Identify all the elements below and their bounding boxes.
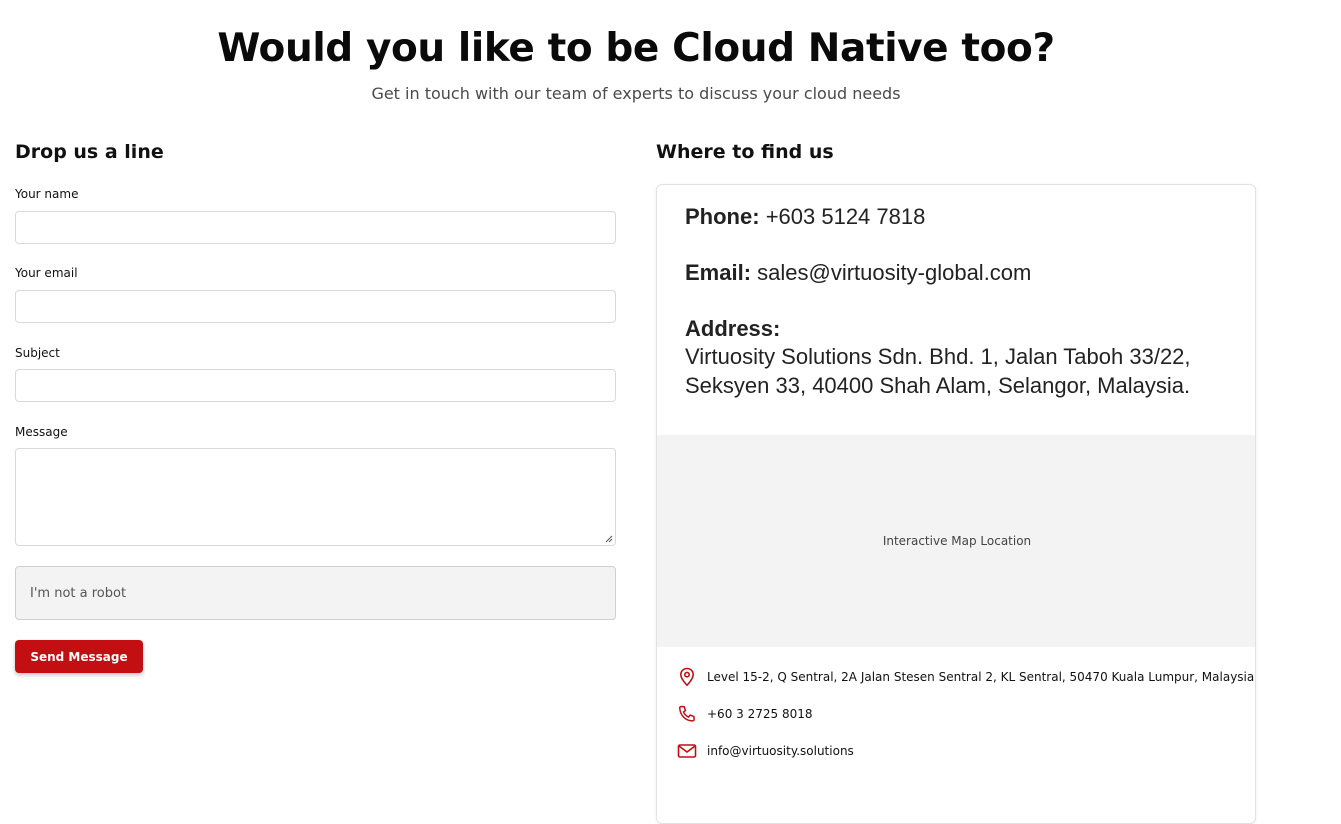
phone-value: +603 5124 7818 bbox=[765, 204, 926, 229]
subject-label: Subject bbox=[15, 346, 60, 360]
office-phone-text: +60 3 2725 8018 bbox=[707, 707, 813, 721]
location-card: Phone: +603 5124 7818 Email: sales@virtu… bbox=[656, 184, 1256, 824]
form-heading: Drop us a line bbox=[15, 141, 164, 163]
location-heading: Where to find us bbox=[656, 141, 834, 163]
contact-form: Drop us a line Your name Your email Subj… bbox=[15, 140, 616, 673]
map-placeholder-label: Interactive Map Location bbox=[882, 534, 1032, 548]
email-label: Your email bbox=[15, 266, 78, 280]
mail-icon bbox=[677, 741, 697, 761]
address-line-2: Seksyen 33, 40400 Shah Alam, Selangor, M… bbox=[685, 373, 1191, 398]
page-title: Would you like to be Cloud Native too? bbox=[217, 26, 1055, 71]
message-textarea[interactable] bbox=[15, 448, 616, 546]
captcha-label: I'm not a robot bbox=[30, 585, 127, 601]
page-subtitle: Get in touch with our team of experts to… bbox=[371, 84, 901, 103]
subject-input[interactable] bbox=[15, 369, 616, 402]
office-phone-row: +60 3 2725 8018 bbox=[677, 704, 812, 724]
captcha-box[interactable]: I'm not a robot bbox=[15, 566, 616, 620]
office-email-row: info@virtuosity.solutions bbox=[677, 741, 854, 761]
email-input[interactable] bbox=[15, 290, 616, 323]
resize-grip-icon[interactable] bbox=[605, 535, 613, 543]
map-pin-icon bbox=[677, 667, 697, 687]
location-section: Where to find us Phone: +603 5124 7818 E… bbox=[656, 140, 1256, 824]
name-input[interactable] bbox=[15, 211, 616, 244]
address-line-1: Virtuosity Solutions Sdn. Bhd. 1, Jalan … bbox=[685, 344, 1191, 369]
email-value: sales@virtuosity-global.com bbox=[757, 260, 1032, 285]
phone-row: Phone: +603 5124 7818 bbox=[685, 203, 925, 231]
address-label-row: Address: bbox=[685, 315, 780, 343]
address-label: Address: bbox=[685, 316, 781, 341]
office-address-text: Level 15-2, Q Sentral, 2A Jalan Stesen S… bbox=[707, 670, 1255, 684]
map-placeholder[interactable]: Interactive Map Location bbox=[657, 435, 1255, 647]
office-email-text: info@virtuosity.solutions bbox=[707, 744, 854, 758]
message-label: Message bbox=[15, 425, 68, 439]
email-label-strong: Email: bbox=[685, 260, 752, 285]
email-row: Email: sales@virtuosity-global.com bbox=[685, 259, 1031, 287]
phone-icon bbox=[677, 704, 697, 724]
send-message-button[interactable]: Send Message bbox=[15, 640, 143, 673]
phone-label: Phone: bbox=[685, 204, 760, 229]
name-label: Your name bbox=[15, 187, 79, 201]
office-address-row: Level 15-2, Q Sentral, 2A Jalan Stesen S… bbox=[677, 667, 1254, 687]
